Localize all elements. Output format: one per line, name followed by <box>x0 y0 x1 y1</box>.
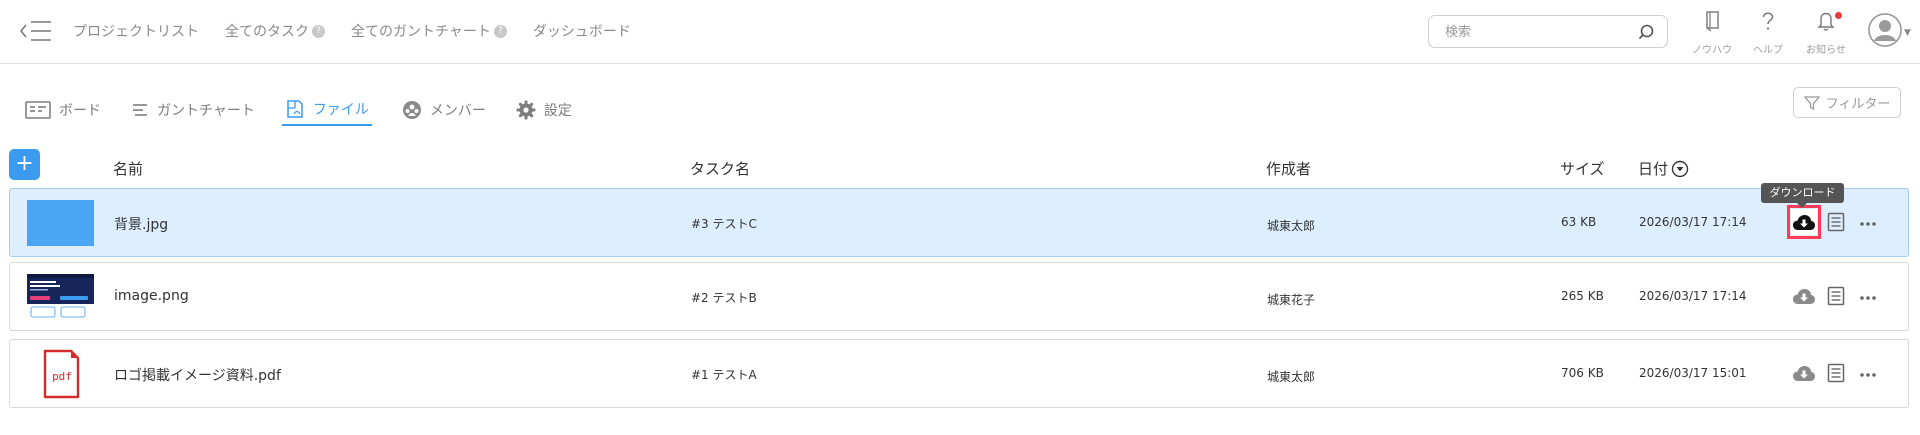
more-horizontal-icon <box>1860 222 1876 226</box>
column-header-name[interactable]: 名前 <box>113 158 143 179</box>
document-list-icon <box>1827 212 1845 232</box>
filter-label: フィルター <box>1825 97 1891 112</box>
pdf-thumbnail[interactable]: pdf <box>27 349 94 399</box>
cloud-download-icon <box>1793 366 1815 381</box>
avatar[interactable] <box>1868 13 1902 47</box>
column-header-size[interactable]: サイズ <box>1560 158 1605 179</box>
download-button[interactable] <box>1791 283 1817 309</box>
question-icon <box>1762 12 1774 30</box>
tab-settings[interactable]: 設定 <box>516 94 572 126</box>
board-icon <box>25 101 51 119</box>
book-icon <box>1706 11 1719 32</box>
task-name[interactable]: #1 テストA <box>691 366 757 383</box>
search-icon[interactable] <box>1637 23 1655 41</box>
file-date: 2026/03/17 17:14 <box>1639 215 1747 229</box>
help-label: ヘルプ <box>1753 45 1783 56</box>
search-box <box>1428 15 1668 48</box>
nav-project-list[interactable]: プロジェクトリスト <box>73 21 199 41</box>
image-thumbnail[interactable] <box>27 200 94 246</box>
file-name[interactable]: ロゴ掲載イメージ資料.pdf <box>114 365 281 385</box>
details-button[interactable] <box>1823 360 1849 386</box>
table-row[interactable]: 背景.jpg #3 テストC 城東太郎 63 KB 2026/03/17 17:… <box>9 188 1909 257</box>
tab-label: 設定 <box>543 103 572 119</box>
details-button[interactable] <box>1823 283 1849 309</box>
download-button[interactable] <box>1791 360 1817 386</box>
more-horizontal-icon <box>1860 296 1876 300</box>
table-row[interactable]: pdf ロゴ掲載イメージ資料.pdf #1 テストA 城東太郎 706 KB 2… <box>9 339 1909 408</box>
pdf-label: pdf <box>52 370 72 383</box>
top-header: プロジェクトリスト 全てのタスク ? 全てのガントチャート ? ダッシュボード … <box>0 0 1920 64</box>
file-size: 706 KB <box>1561 366 1604 380</box>
tab-label: ガントチャート <box>157 103 255 119</box>
tab-board[interactable]: ボード <box>25 94 101 126</box>
notification-label: お知らせ <box>1806 45 1846 56</box>
help-badge: ? <box>493 24 507 38</box>
cloud-download-icon <box>1793 289 1815 304</box>
document-list-icon <box>1827 286 1845 306</box>
filter-icon <box>1803 95 1820 110</box>
more-options-button[interactable] <box>1855 285 1881 311</box>
file-size: 265 KB <box>1561 289 1604 303</box>
file-date: 2026/03/17 15:01 <box>1639 366 1747 380</box>
gantt-icon <box>133 104 147 116</box>
tab-label: ボード <box>59 103 101 119</box>
task-name[interactable]: #3 テストC <box>691 215 757 232</box>
file-icon <box>287 100 303 118</box>
screenshot-preview-image <box>27 274 94 320</box>
tab-members[interactable]: メンバー <box>402 94 486 126</box>
more-options-button[interactable] <box>1855 211 1881 237</box>
nav-label: 全てのタスク <box>225 24 309 40</box>
chevron-down-icon[interactable]: ▼ <box>1904 28 1911 38</box>
more-options-button[interactable] <box>1855 362 1881 388</box>
download-button[interactable] <box>1787 205 1821 239</box>
knowhow-button[interactable]: ノウハウ <box>1687 10 1737 56</box>
notification-dot <box>1835 12 1842 19</box>
global-nav: プロジェクトリスト 全てのタスク ? 全てのガントチャート ? ダッシュボード <box>73 0 657 62</box>
download-tooltip: ダウンロード <box>1761 183 1844 208</box>
more-horizontal-icon <box>1860 373 1876 377</box>
details-button[interactable] <box>1823 209 1849 235</box>
nav-dashboard[interactable]: ダッシュボード <box>533 21 631 41</box>
tab-label: ファイル <box>312 102 369 118</box>
members-icon <box>402 101 421 119</box>
document-list-icon <box>1827 363 1845 383</box>
table-row[interactable]: image.png #2 テストB 城東花子 265 KB 2026/03/17… <box>9 262 1909 331</box>
nav-all-gantt[interactable]: 全てのガントチャート ? <box>351 21 507 41</box>
gear-icon <box>516 100 536 120</box>
screenshot-thumbnail[interactable] <box>27 274 94 320</box>
notification-button[interactable]: お知らせ <box>1801 10 1851 56</box>
creator-name: 城東太郎 <box>1267 370 1316 384</box>
tab-gantt[interactable]: ガントチャート <box>131 94 255 126</box>
help-button[interactable]: ヘルプ <box>1743 10 1793 56</box>
sort-down-icon[interactable] <box>1671 160 1689 178</box>
file-name[interactable]: image.png <box>114 288 189 304</box>
tab-files[interactable]: ファイル <box>281 94 372 126</box>
nav-label: プロジェクトリスト <box>73 24 199 40</box>
task-name[interactable]: #2 テストB <box>691 289 757 306</box>
column-header-creator[interactable]: 作成者 <box>1266 158 1311 179</box>
help-badge: ? <box>312 24 325 38</box>
add-file-button[interactable]: + <box>9 149 40 180</box>
knowhow-label: ノウハウ <box>1692 45 1732 56</box>
tab-label: メンバー <box>429 103 486 119</box>
nav-label: ダッシュボード <box>532 24 631 40</box>
creator-name: 城東花子 <box>1267 293 1316 307</box>
user-icon <box>1868 13 1902 47</box>
column-header-date-label: 日付 <box>1638 160 1669 178</box>
back-menu-icon[interactable] <box>18 18 52 44</box>
file-size: 63 KB <box>1561 215 1597 229</box>
file-name[interactable]: 背景.jpg <box>114 214 168 234</box>
bell-icon <box>1817 12 1835 31</box>
project-tabs: ボード ガントチャート ファイル メンバー 設定 <box>25 94 602 128</box>
column-header-task[interactable]: タスク名 <box>690 158 750 179</box>
filter-button[interactable]: フィルター <box>1793 87 1901 118</box>
creator-name: 城東太郎 <box>1267 219 1316 233</box>
search-input[interactable] <box>1445 23 1635 41</box>
file-date: 2026/03/17 17:14 <box>1639 289 1747 303</box>
nav-label: 全てのガントチャート <box>351 24 491 40</box>
column-header-date[interactable]: 日付 <box>1638 158 1689 179</box>
nav-all-tasks[interactable]: 全てのタスク ? <box>225 21 325 41</box>
cloud-download-icon <box>1793 215 1815 230</box>
